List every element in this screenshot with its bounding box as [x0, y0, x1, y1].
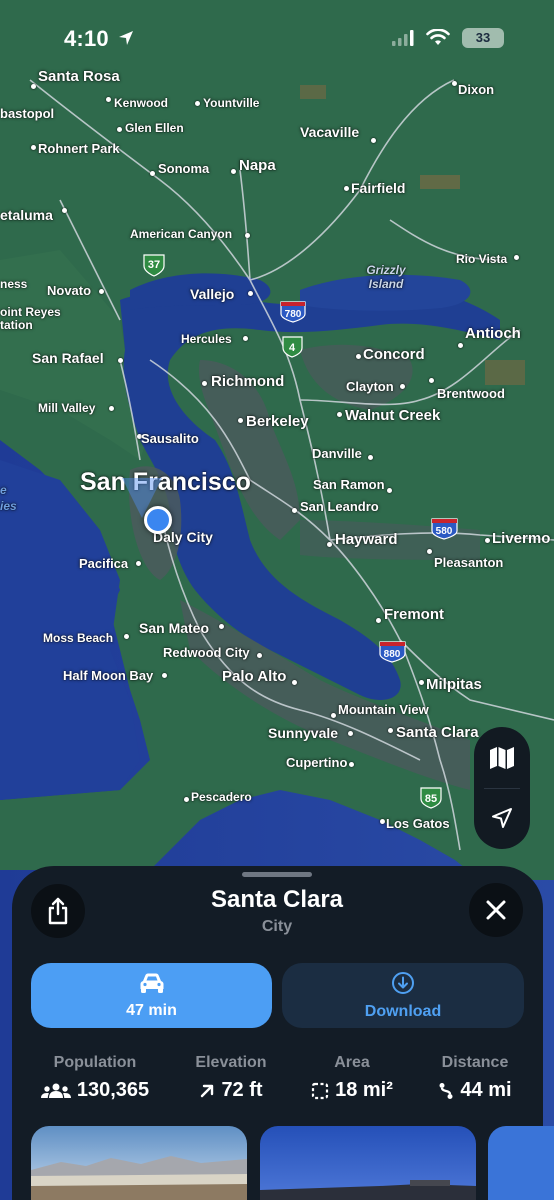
stat-distance: Distance 44 mi: [420, 1054, 530, 1102]
battery-level: 33: [475, 30, 491, 45]
wifi-icon: [426, 29, 450, 45]
highway-shield-85: 85: [420, 787, 442, 809]
svg-text:37: 37: [148, 259, 160, 271]
svg-text:780: 780: [285, 309, 302, 320]
stat-area: Area 18 mi²: [300, 1054, 404, 1102]
stat-elevation-label: Elevation: [195, 1054, 267, 1071]
stat-distance-value: 44 mi: [460, 1079, 512, 1101]
cellular-signal-icon: [392, 30, 414, 46]
svg-text:880: 880: [384, 649, 401, 660]
tracking-button[interactable]: [474, 790, 530, 846]
map-controls: [474, 727, 530, 849]
directions-time: 47 min: [126, 1001, 177, 1019]
map-icon: [490, 747, 514, 769]
sky-photo: [488, 1126, 554, 1200]
close-button[interactable]: [469, 883, 523, 937]
svg-text:85: 85: [425, 793, 437, 805]
highway-shield-37: 37: [143, 254, 165, 277]
highway-shield-880: 880: [379, 641, 406, 663]
stat-area-value: 18 mi²: [335, 1079, 393, 1101]
stat-distance-label: Distance: [441, 1054, 509, 1071]
directions-button[interactable]: 47 min: [31, 963, 272, 1028]
current-location-dot[interactable]: [144, 506, 172, 534]
people-icon: [40, 1083, 71, 1098]
download-label: Download: [364, 1002, 442, 1020]
highway-shield-780: 780: [280, 301, 306, 323]
status-time: 4:10: [64, 26, 135, 52]
area-dashed-square-icon: [311, 1082, 329, 1099]
svg-text:4: 4: [289, 342, 296, 354]
highway-shield-4: 4: [282, 336, 303, 358]
download-button[interactable]: Download: [282, 963, 524, 1028]
status-icons: 33: [392, 28, 504, 48]
stat-elevation: Elevation 72 ft: [176, 1054, 286, 1102]
stat-population: Population 130,365: [30, 1054, 160, 1102]
status-time-text: 4:10: [64, 26, 109, 51]
svg-text:580: 580: [436, 526, 453, 537]
dusk-photo: [260, 1126, 476, 1200]
car-icon: [140, 973, 163, 993]
place-photo-2[interactable]: [260, 1126, 476, 1200]
landscape-photo: [31, 1126, 247, 1200]
map-mode-button[interactable]: [474, 730, 530, 786]
route-icon: [439, 1082, 453, 1099]
stat-population-label: Population: [53, 1054, 137, 1071]
highway-shield-580: 580: [431, 518, 458, 540]
battery-icon: 33: [462, 28, 504, 48]
location-arrow-outline-icon: [492, 808, 512, 828]
place-photo-3[interactable]: [488, 1126, 554, 1200]
download-circle-icon: [392, 971, 414, 994]
stat-population-value: 130,365: [76, 1079, 150, 1101]
close-icon: [486, 900, 506, 920]
sheet-grabber[interactable]: [242, 872, 312, 877]
map-controls-divider: [484, 788, 520, 789]
place-photo-1[interactable]: [31, 1126, 247, 1200]
arrow-up-right-icon: [201, 1084, 214, 1097]
location-arrow-icon: [119, 31, 134, 45]
stat-elevation-value: 72 ft: [221, 1079, 263, 1101]
stat-area-label: Area: [334, 1054, 370, 1071]
